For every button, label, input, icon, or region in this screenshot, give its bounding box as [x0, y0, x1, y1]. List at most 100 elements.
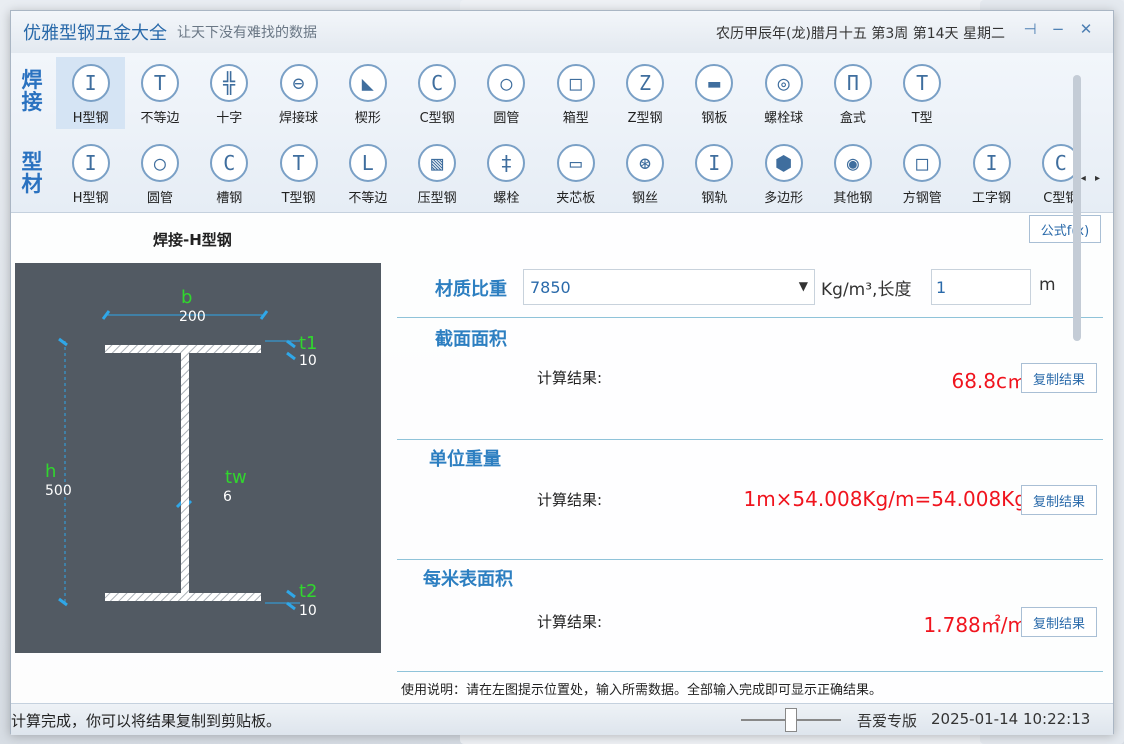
welding-tool[interactable]: ◣ 楔形: [333, 57, 402, 129]
shape-icon: ▬: [695, 64, 734, 102]
copy-weight-button[interactable]: 复制结果: [1021, 485, 1097, 515]
shape-icon: ◉: [833, 144, 872, 182]
density-value: 7850: [530, 277, 571, 297]
h-beam-diagram: b 200 h 500 t1 10 tw 6 t2 10: [15, 263, 381, 653]
profile-tool[interactable]: ‡ 螺栓: [472, 137, 541, 209]
profile-tool[interactable]: ○ 圆管: [125, 137, 194, 209]
dimension-ticks: [58, 310, 296, 611]
lunar-date: 农历甲辰年(龙)腊月十五 第3周 第14天 星期二: [716, 26, 1005, 42]
usage-instructions: 使用说明：请在左图提示位置处，输入所需数据。全部输入完成即可显示正确结果。: [401, 683, 883, 698]
section-divider: [397, 439, 1103, 440]
shape-icon: ‡: [487, 144, 526, 182]
app-title: 优雅型钢五金大全: [23, 23, 167, 44]
profile-tool[interactable]: I 工字钢: [957, 137, 1026, 209]
b-label: b: [181, 287, 192, 308]
profile-tool[interactable]: ◉ 其他钢: [818, 137, 887, 209]
welding-tool[interactable]: C C型钢: [402, 57, 471, 129]
profile-tool-label: 压型钢: [417, 191, 457, 206]
welding-tool-label: 不等边: [140, 111, 180, 126]
status-message: 计算完成，你可以将结果复制到剪贴板。: [11, 712, 282, 730]
edition-label: 吾爱专版: [857, 712, 918, 730]
welding-tool[interactable]: ○ 圆管: [472, 57, 541, 129]
copy-surface-button[interactable]: 复制结果: [1021, 607, 1097, 637]
zoom-slider-thumb[interactable]: [785, 708, 797, 732]
welding-tool[interactable]: ╬ 十字: [195, 57, 264, 129]
section-divider: [397, 317, 1103, 318]
t2-value: 10: [299, 603, 317, 619]
shape-icon: I: [972, 144, 1011, 182]
profile-tool[interactable]: ⊛ 钢丝: [610, 137, 679, 209]
close-icon[interactable]: ✕: [1075, 20, 1097, 38]
welding-tool[interactable]: ◎ 螺栓球: [749, 57, 818, 129]
minimize-icon[interactable]: −: [1047, 20, 1069, 38]
title-bar: 优雅型钢五金大全 让天下没有难找的数据 农历甲辰年(龙)腊月十五 第3周 第14…: [11, 11, 1113, 53]
shape-icon: T: [140, 64, 179, 102]
shape-icon: Π: [833, 64, 872, 102]
status-datetime: 2025-01-14 10:22:13: [931, 710, 1091, 728]
shape-icon: ◎: [764, 64, 803, 102]
welding-tool[interactable]: T 不等边: [125, 57, 194, 129]
shape-icon: □: [556, 64, 595, 102]
shape-icon: ⊛: [626, 144, 665, 182]
length-unit: m: [1039, 275, 1056, 295]
shape-icon: T: [903, 64, 942, 102]
welding-tool[interactable]: Z Z型钢: [610, 57, 679, 129]
welding-tool[interactable]: □ 箱型: [541, 57, 610, 129]
profile-tool[interactable]: I 钢轨: [680, 137, 749, 209]
profile-tool-label: H型钢: [72, 191, 109, 206]
welding-tool[interactable]: T T型: [888, 57, 957, 129]
profile-tool[interactable]: T T型钢: [264, 137, 333, 209]
profile-tool-label: 不等边: [348, 191, 388, 206]
shape-icon: ⊖: [279, 64, 318, 102]
profile-tool[interactable]: ⬢ 多边形: [749, 137, 818, 209]
area-title: 截面面积: [435, 329, 507, 350]
shape-icon: ▧: [418, 144, 457, 182]
profile-tool[interactable]: L 不等边: [333, 137, 402, 209]
profile-tool[interactable]: □ 方钢管: [888, 137, 957, 209]
shape-icon: ⬢: [764, 144, 803, 182]
welding-row: I H型钢 T 不等边 ╬ 十字 ⊖ 焊接球 ◣ 楔形 C C型钢 ○ 圆管 □ 箱型 Z Z型钢 ▬ 钢板 ◎ 螺栓球 Π…: [56, 57, 957, 129]
welding-tool-label: 焊接球: [279, 111, 319, 126]
weight-result-label: 计算结果:: [537, 491, 603, 509]
profile-tool[interactable]: ▧ 压型钢: [402, 137, 471, 209]
profile-tool[interactable]: ▭ 夹芯板: [541, 137, 610, 209]
welding-tool[interactable]: I H型钢: [56, 57, 126, 129]
welding-tool-label: 箱型: [562, 111, 589, 126]
profile-tool-label: 夹芯板: [556, 191, 596, 206]
category-welding-top: 焊: [21, 68, 43, 92]
copy-area-button[interactable]: 复制结果: [1021, 363, 1097, 393]
profile-tool[interactable]: I H型钢: [56, 137, 125, 209]
profile-tool-label: 钢丝: [632, 191, 659, 206]
h-beam-drawing: b 200 h 500 t1 10 tw 6 t2 10: [45, 287, 318, 619]
h-value: 500: [45, 483, 72, 499]
bottom-flange: [105, 593, 261, 601]
pin-icon[interactable]: ⊣: [1019, 20, 1041, 38]
category-profile: 型 材: [19, 151, 45, 195]
chevron-down-icon[interactable]: ▼: [799, 279, 808, 293]
shape-icon: ╬: [210, 64, 249, 102]
density-select[interactable]: 7850 ▼: [523, 269, 815, 305]
welding-tool-label: 盒式: [839, 111, 866, 126]
shape-icon: I: [71, 64, 110, 102]
shape-icon: □: [903, 144, 942, 182]
profile-tool[interactable]: C 槽钢: [195, 137, 264, 209]
shape-icon: ▭: [556, 144, 595, 182]
shape-palette: 焊 接 I H型钢 T 不等边 ╬ 十字 ⊖ 焊接球 ◣ 楔形 C C型钢 ○ 圆管 □ 箱型 Z Z型钢 ▬ 钢板 ◎…: [11, 53, 1113, 213]
row-nav-arrows[interactable]: ◂ ▸: [1081, 173, 1103, 184]
welding-tool-label: C型钢: [419, 111, 455, 126]
welding-tool-label: 钢板: [701, 111, 728, 126]
surface-result-label: 计算结果:: [537, 613, 603, 631]
weight-title: 单位重量: [429, 449, 501, 470]
calculation-panel: 材质比重 7850 ▼ Kg/m³,长度 m 截面面积 计算结果: 68.8c㎡…: [397, 223, 1103, 673]
shape-icon: I: [695, 144, 734, 182]
welding-tool[interactable]: ▬ 钢板: [680, 57, 749, 129]
shape-icon: C: [418, 64, 457, 102]
vertical-scrollbar[interactable]: [1073, 75, 1081, 341]
main-window: 优雅型钢五金大全 让天下没有难找的数据 农历甲辰年(龙)腊月十五 第3周 第14…: [10, 10, 1114, 735]
welding-tool-label: T型: [911, 111, 933, 126]
status-bar: 计算完成，你可以将结果复制到剪贴板。 吾爱专版 2025-01-14 10:22…: [11, 703, 1113, 735]
shape-icon: I: [71, 144, 110, 182]
length-input[interactable]: [931, 269, 1031, 305]
welding-tool[interactable]: Π 盒式: [818, 57, 887, 129]
welding-tool[interactable]: ⊖ 焊接球: [264, 57, 333, 129]
